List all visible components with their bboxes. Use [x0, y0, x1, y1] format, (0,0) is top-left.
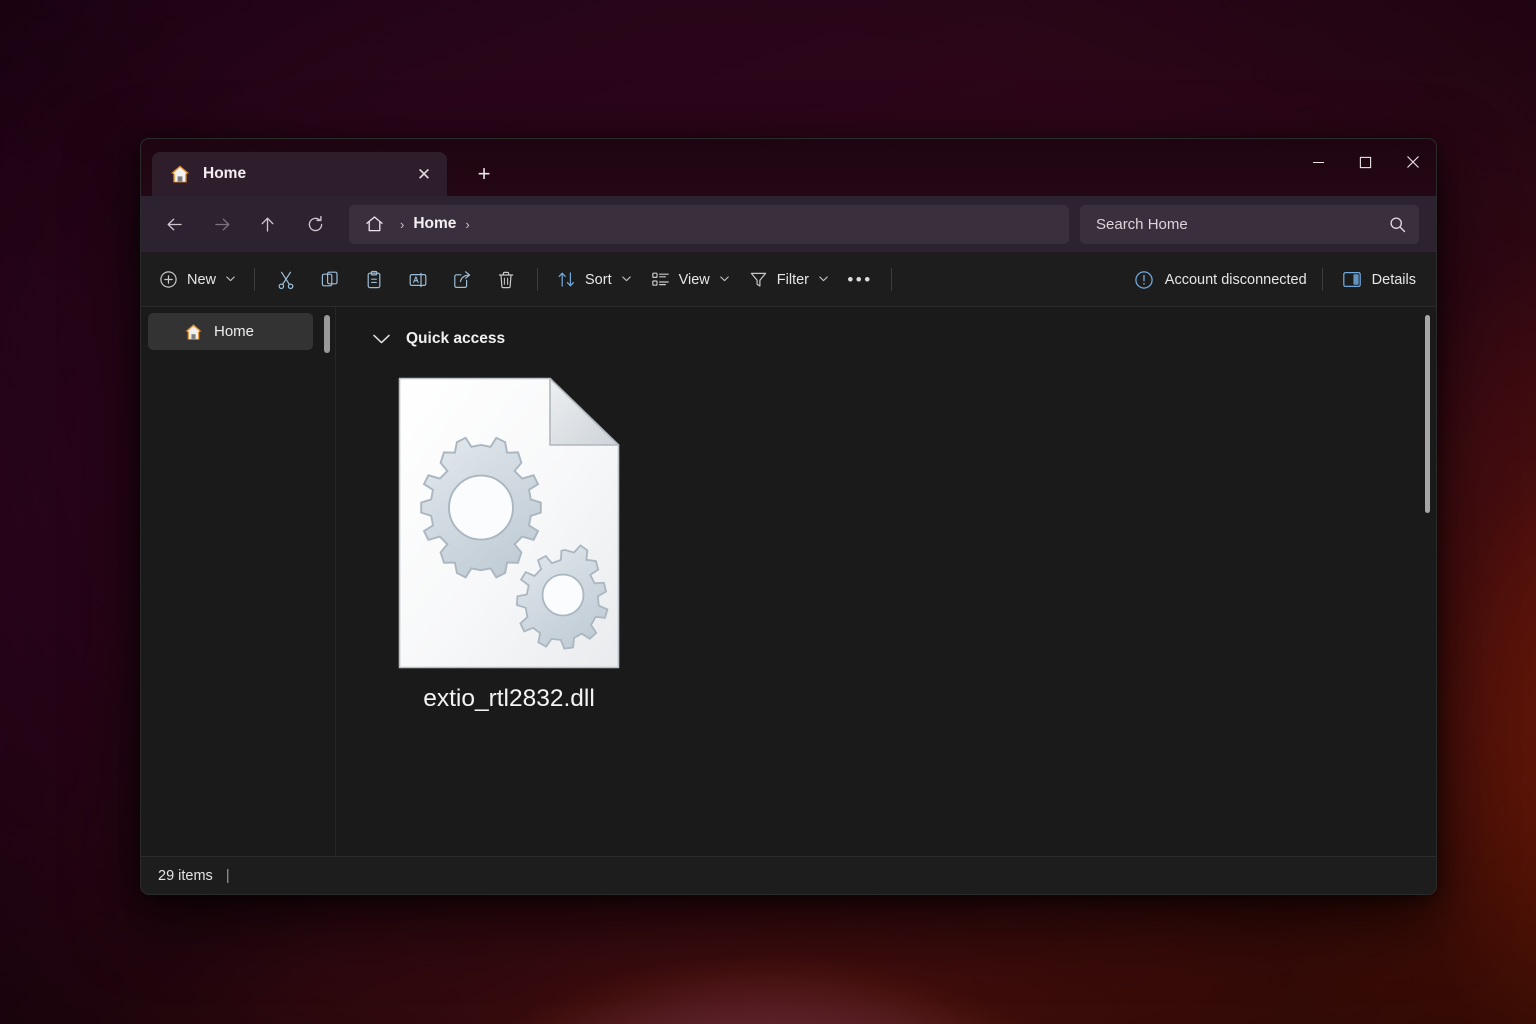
plus-circle-icon — [159, 270, 178, 289]
dll-gears-document-icon — [398, 377, 620, 669]
navigation-pane: Home — [141, 307, 336, 856]
refresh-button[interactable] — [295, 205, 335, 243]
delete-button[interactable] — [484, 261, 528, 299]
address-bar-row: › Home › — [141, 196, 1436, 253]
status-bar: 29 items | — [141, 856, 1436, 894]
items-grid: extio_rtl2832.dll — [336, 353, 1436, 723]
details-pane-icon — [1342, 270, 1362, 289]
file-explorer-window: Home ✕ + › Home › Search Home New Sort V… — [140, 138, 1437, 895]
forward-button[interactable] — [202, 205, 242, 243]
group-header-label: Quick access — [406, 329, 506, 347]
close-icon[interactable] — [1389, 139, 1436, 185]
search-input[interactable] — [1096, 215, 1389, 233]
sort-icon — [557, 270, 576, 289]
toolbar-divider-4 — [1321, 268, 1323, 291]
home-outline-icon[interactable] — [357, 209, 391, 239]
search-icon[interactable] — [1389, 216, 1406, 233]
sidebar-scrollbar-thumb[interactable] — [324, 315, 330, 353]
title-bar: Home ✕ + — [141, 139, 1436, 196]
breadcrumb-separator-2[interactable]: › — [456, 217, 478, 232]
account-status-button[interactable]: Account disconnected — [1124, 261, 1313, 299]
home-icon — [184, 323, 203, 341]
new-tab-button[interactable]: + — [465, 155, 503, 193]
scissors-icon — [276, 270, 296, 290]
file-item[interactable]: extio_rtl2832.dll — [380, 371, 638, 723]
chevron-down-icon — [819, 274, 828, 285]
details-pane-button[interactable]: Details — [1332, 261, 1426, 299]
tab-home[interactable]: Home ✕ — [152, 152, 447, 196]
item-count-label: 29 items — [158, 867, 213, 884]
sort-button-label: Sort — [585, 271, 612, 288]
ellipsis-icon: ••• — [847, 269, 873, 289]
paste-button[interactable] — [352, 261, 396, 299]
window-controls — [1295, 139, 1436, 185]
alert-circle-icon — [1134, 270, 1154, 290]
chevron-down-icon — [621, 274, 631, 285]
chevron-down-icon — [720, 274, 729, 285]
close-tab-icon[interactable]: ✕ — [409, 159, 439, 189]
toolbar-divider-3 — [891, 268, 893, 291]
breadcrumb-separator-1: › — [400, 216, 405, 232]
toolbar-divider-2 — [537, 268, 539, 291]
breadcrumb-address-bar[interactable]: › Home › — [349, 204, 1069, 244]
filter-icon — [749, 270, 768, 289]
chevron-down-icon — [226, 274, 235, 285]
back-button[interactable] — [154, 205, 194, 243]
search-box[interactable] — [1080, 204, 1419, 244]
desktop: Home ✕ + › Home › Search Home New Sort V… — [0, 0, 1536, 1024]
content-scrollbar-thumb[interactable] — [1425, 315, 1430, 513]
home-icon — [169, 164, 191, 184]
sidebar-item-label: Home — [214, 323, 255, 340]
view-button-label: View — [678, 271, 710, 288]
copy-button[interactable] — [308, 261, 352, 299]
trash-icon — [496, 270, 516, 290]
view-button[interactable]: View — [641, 261, 739, 299]
rename-icon — [408, 270, 428, 290]
tab-strip: Home ✕ + — [141, 139, 503, 196]
new-button-label: New — [187, 271, 217, 288]
filter-button[interactable]: Filter — [739, 261, 838, 299]
more-options-button[interactable]: ••• — [838, 261, 882, 299]
copy-icon — [320, 270, 340, 290]
rename-button[interactable] — [396, 261, 440, 299]
group-header-quick-access[interactable]: Quick access — [336, 307, 1436, 353]
cut-button[interactable] — [264, 261, 308, 299]
breadcrumb-item-home[interactable]: Home — [413, 215, 456, 233]
chevron-down-icon[interactable] — [372, 333, 391, 345]
command-bar: New Sort View Filter ••• Account disconn… — [141, 253, 1436, 307]
filter-button-label: Filter — [776, 271, 810, 288]
account-status-label: Account disconnected — [1164, 271, 1307, 288]
file-name-label: extio_rtl2832.dll — [423, 685, 595, 712]
explorer-body: Home Quick access extio_rtl2832.dll — [141, 307, 1436, 856]
new-button[interactable]: New — [149, 261, 245, 299]
share-button[interactable] — [440, 261, 484, 299]
share-icon — [452, 270, 472, 290]
toolbar-divider-1 — [254, 268, 256, 291]
paste-icon — [364, 270, 384, 290]
file-list-pane[interactable]: Quick access extio_rtl2832.dll — [336, 307, 1436, 856]
view-icon — [651, 270, 670, 289]
sidebar-item-home[interactable]: Home — [148, 313, 313, 350]
status-divider: | — [225, 867, 230, 884]
minimize-icon[interactable] — [1295, 139, 1342, 185]
details-pane-label: Details — [1371, 271, 1416, 288]
up-button[interactable] — [247, 205, 287, 243]
tab-title: Home — [203, 165, 247, 182]
sort-button[interactable]: Sort — [547, 261, 641, 299]
maximize-icon[interactable] — [1342, 139, 1389, 185]
